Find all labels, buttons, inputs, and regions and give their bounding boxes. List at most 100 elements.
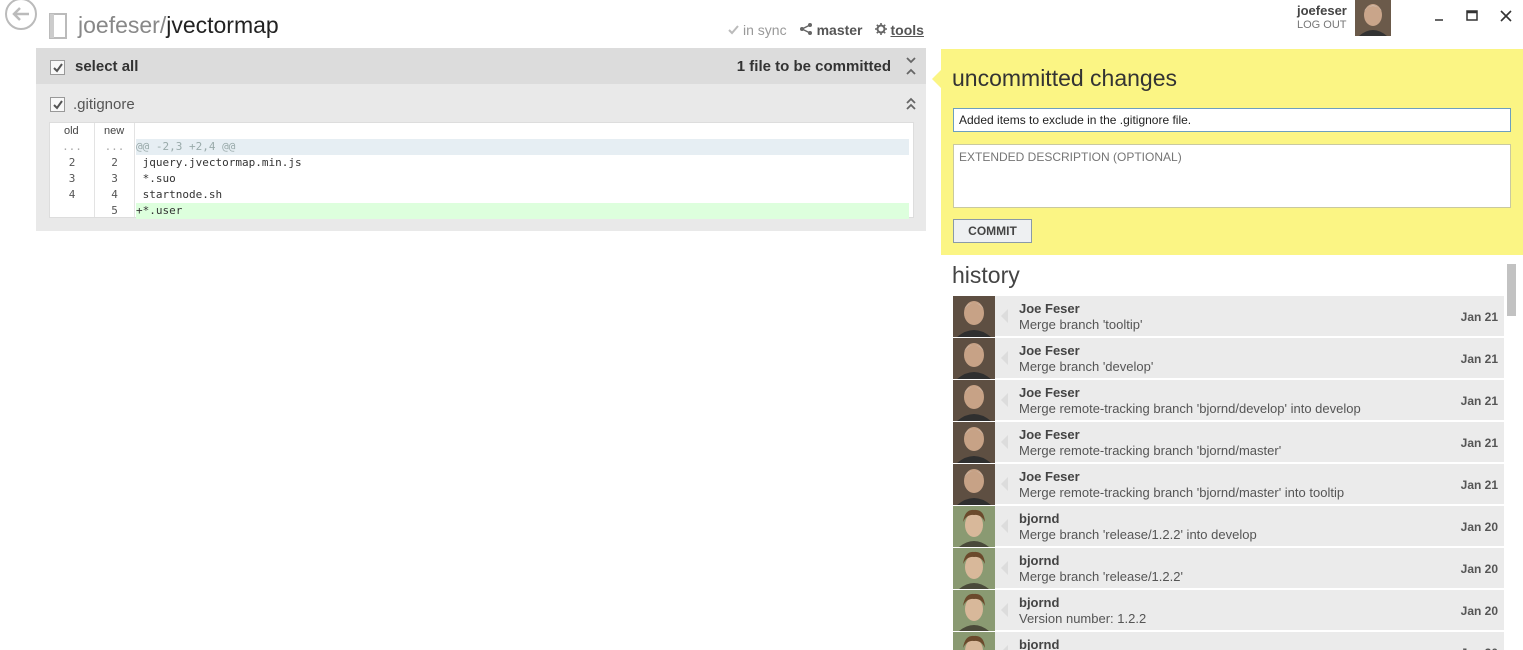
history-item[interactable]: bjornd Jan 20 <box>953 632 1504 650</box>
branch-icon <box>799 22 813 38</box>
history-item[interactable]: Joe Feser Merge remote-tracking branch 'b… <box>953 464 1504 505</box>
commit-date: Jan 21 <box>1460 310 1498 324</box>
new-line-number: ... <box>104 140 125 153</box>
new-line-number: 5 <box>111 204 118 217</box>
old-line-number: 3 <box>68 172 76 185</box>
history-item[interactable]: bjornd Merge branch 'release/1.2.2' into … <box>953 506 1504 547</box>
context-line: *.suo <box>136 172 176 185</box>
file-checkbox[interactable] <box>50 97 65 112</box>
author-avatar <box>953 506 995 547</box>
changed-file-row[interactable]: .gitignore <box>36 88 926 120</box>
changes-panel: select all 1 file to be committed .gitig… <box>36 48 926 231</box>
history-list: Joe Feser Merge branch 'tooltip' Jan 21 Joe… <box>953 296 1504 650</box>
maximize-icon[interactable] <box>1462 6 1482 26</box>
commit-message: Merge remote-tracking branch 'bjornd/dev… <box>1019 401 1361 416</box>
github-for-windows-app: joefeser/jvectormap in sync master tools <box>0 0 1523 650</box>
old-line-number: 2 <box>68 156 76 169</box>
file-name[interactable]: .gitignore <box>73 96 135 113</box>
commit-author: bjornd <box>1019 553 1060 568</box>
collapse-all-icon[interactable] <box>906 57 916 79</box>
commit-author: Joe Feser <box>1019 343 1080 358</box>
commit-date: Jan 20 <box>1460 562 1498 576</box>
history-item[interactable]: bjornd Version number: 1.2.2 Jan 20 <box>953 590 1504 631</box>
files-to-commit-count: 1 file to be committed <box>736 58 891 75</box>
context-line: startnode.sh <box>136 188 223 201</box>
author-avatar <box>953 380 995 421</box>
author-avatar <box>953 632 995 650</box>
context-line: jquery.jvectormap.min.js <box>136 156 302 169</box>
commit-button[interactable]: COMMIT <box>953 219 1032 243</box>
commit-author: Joe Feser <box>1019 385 1080 400</box>
author-avatar <box>953 590 995 631</box>
commit-summary-input[interactable] <box>953 108 1511 132</box>
sync-label: in sync <box>743 22 787 38</box>
gear-icon <box>874 22 887 38</box>
commit-author: bjornd <box>1019 637 1060 650</box>
sync-status[interactable]: in sync <box>728 22 787 38</box>
commit-message: Version number: 1.2.2 <box>1019 611 1147 626</box>
old-column-header: old <box>64 125 79 137</box>
history-item[interactable]: Joe Feser Merge remote-tracking branch 'b… <box>953 422 1504 463</box>
select-all-checkbox[interactable] <box>50 60 65 75</box>
commit-description-input[interactable] <box>953 144 1511 208</box>
old-line-number: ... <box>62 140 82 153</box>
commit-author: Joe Feser <box>1019 301 1080 316</box>
history-item-pointer <box>1001 603 1008 617</box>
history-item-pointer <box>1001 351 1008 365</box>
repository-icon <box>48 12 68 40</box>
history-item-pointer <box>1001 435 1008 449</box>
branch-selector[interactable]: master <box>799 22 863 38</box>
commit-panel-pointer <box>932 70 941 88</box>
history-scrollbar[interactable] <box>1507 264 1516 650</box>
commit-panel: uncommitted changes COMMIT <box>941 49 1523 255</box>
user-avatar[interactable] <box>1355 0 1391 36</box>
branch-label: master <box>816 22 863 38</box>
hunk-header-line: @@ -2,3 +2,4 @@ <box>136 139 909 155</box>
history-item[interactable]: Joe Feser Merge branch 'develop' Jan 21 <box>953 338 1504 379</box>
commit-message: Merge branch 'tooltip' <box>1019 317 1143 332</box>
tools-menu[interactable]: tools <box>874 22 924 38</box>
history-item-pointer <box>1001 519 1008 533</box>
commit-date: Jan 21 <box>1460 478 1498 492</box>
history-item-pointer <box>1001 645 1008 650</box>
close-icon[interactable] <box>1496 6 1516 26</box>
commit-message: Merge remote-tracking branch 'bjornd/mas… <box>1019 485 1345 500</box>
repo-name: jvectormap <box>166 12 279 38</box>
commit-date: Jan 20 <box>1460 604 1498 618</box>
old-line-numbers: old ... 2 3 4 <box>50 123 95 217</box>
history-item[interactable]: bjornd Merge branch 'release/1.2.2' Jan 20 <box>953 548 1504 589</box>
collapse-file-icon[interactable] <box>906 96 916 115</box>
history-item[interactable]: Joe Feser Merge branch 'tooltip' Jan 21 <box>953 296 1504 337</box>
author-avatar <box>953 296 995 337</box>
select-all-label[interactable]: select all <box>75 58 138 75</box>
commit-date: Jan 20 <box>1461 646 1498 650</box>
commit-date: Jan 21 <box>1460 352 1498 366</box>
checkmark-icon <box>728 22 739 38</box>
old-line-number <box>50 203 94 219</box>
logout-link[interactable]: LOG OUT <box>1297 19 1347 31</box>
new-line-numbers: new ... 2 3 4 5 <box>95 123 135 217</box>
author-avatar <box>953 464 995 505</box>
commit-author: bjornd <box>1019 595 1060 610</box>
commit-message: Merge remote-tracking branch 'bjornd/mas… <box>1019 443 1282 458</box>
commit-message: Merge branch 'develop' <box>1019 359 1154 374</box>
history-item[interactable]: Joe Feser Merge remote-tracking branch 'b… <box>953 380 1504 421</box>
history-heading: history <box>952 262 1020 288</box>
new-line-number: 2 <box>111 156 118 169</box>
new-column-header: new <box>104 125 125 137</box>
diff-view: old ... 2 3 4 new ... 2 3 4 5 @@ -2,3 +2… <box>49 122 914 219</box>
commit-message: Merge branch 'release/1.2.2' <box>1019 569 1183 584</box>
commit-author: bjornd <box>1019 511 1060 526</box>
history-item-pointer <box>1001 393 1008 407</box>
scrollbar-thumb[interactable] <box>1507 264 1516 316</box>
added-line: +*.user <box>136 203 909 219</box>
diff-code: @@ -2,3 +2,4 @@ jquery.jvectormap.min.js… <box>136 123 909 219</box>
repository-title: joefeser/jvectormap <box>78 12 279 39</box>
new-line-number: 3 <box>111 172 118 185</box>
repo-owner: joefeser/ <box>78 12 167 38</box>
back-arrow-icon[interactable] <box>3 0 39 30</box>
author-avatar <box>953 548 995 589</box>
commit-panel-heading: uncommitted changes <box>952 65 1178 91</box>
new-line-number: 4 <box>111 188 118 201</box>
minimize-icon[interactable] <box>1429 6 1449 26</box>
